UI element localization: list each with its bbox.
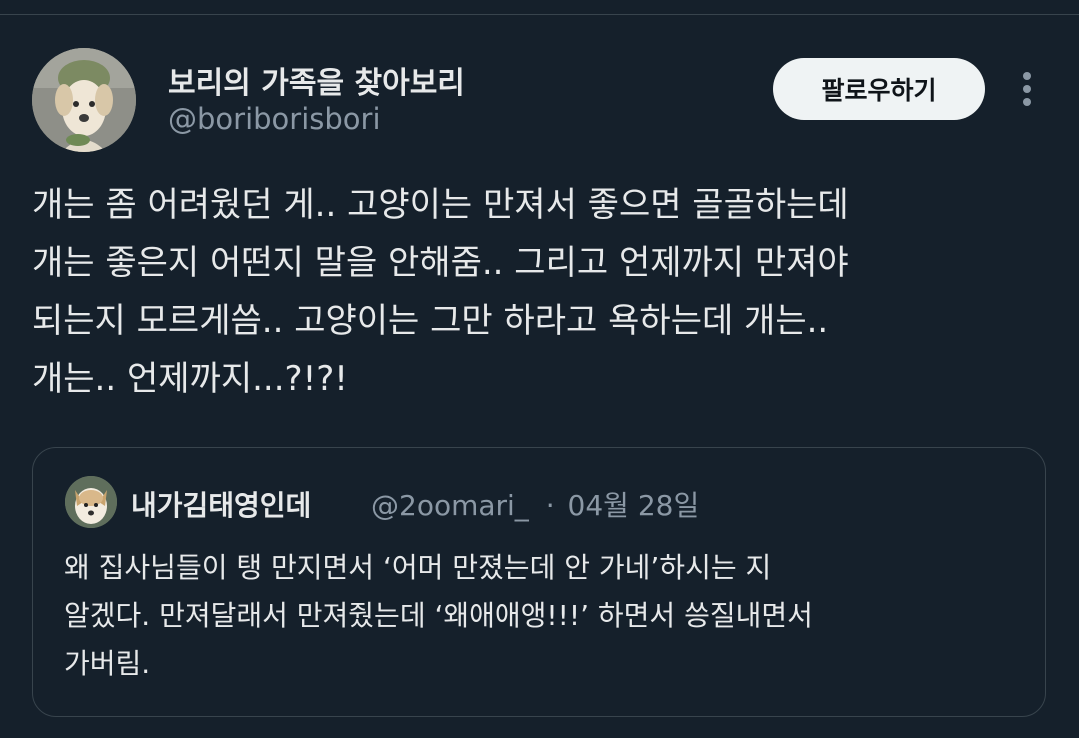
top-divider xyxy=(0,14,1079,15)
quoted-tweet-card[interactable]: 내가김태영인데 @2oomari_ · 04월 28일 왜 집사님들이 탱 만지… xyxy=(32,447,1046,717)
more-dots-icon xyxy=(1023,72,1031,106)
quoted-author-display-name[interactable]: 내가김태영인데 xyxy=(131,484,311,524)
quoted-date[interactable]: 04월 28일 xyxy=(568,489,700,522)
follow-button[interactable]: 팔로우하기 xyxy=(773,58,985,120)
meta-separator: · xyxy=(545,489,555,522)
quoted-meta: @2oomari_ · 04월 28일 xyxy=(371,484,699,524)
tweet-text-line: 개는 좀 어려웠던 게.. 고양이는 만져서 좋으면 골골하는데 xyxy=(32,185,849,225)
author-avatar[interactable] xyxy=(32,48,136,152)
tweet-text-line: 되는지 모르게씀.. 고양이는 그만 하라고 욕하는데 개는.. xyxy=(32,301,829,341)
author-handle[interactable]: @boriborisbori xyxy=(168,102,381,136)
quoted-text-line: 왜 집사님들이 탱 만지면서 ‘어머 만졌는데 안 가네’하시는 지 xyxy=(64,551,772,584)
dog-avatar-icon xyxy=(65,476,117,528)
quoted-text: 왜 집사님들이 탱 만지면서 ‘어머 만졌는데 안 가네’하시는 지 알겠다. … xyxy=(64,544,1014,688)
dog-avatar-icon xyxy=(32,48,136,152)
more-options-button[interactable] xyxy=(1012,70,1042,110)
quoted-author-avatar[interactable] xyxy=(65,476,117,528)
tweet-text-line: 개는.. 언제까지...?!?! xyxy=(32,359,348,399)
quoted-author-handle[interactable]: @2oomari_ xyxy=(371,489,529,522)
quoted-text-line: 알겠다. 만져달래서 만져줬는데 ‘왜애애앵!!!’ 하면서 씅질내면서 xyxy=(64,599,813,632)
tweet-text-line: 개는 좋은지 어떤지 말을 안해줌.. 그리고 언제까지 만져야 xyxy=(32,243,849,283)
tweet-text: 개는 좀 어려웠던 게.. 고양이는 만져서 좋으면 골골하는데 개는 좋은지 … xyxy=(32,176,1042,408)
author-display-name[interactable]: 보리의 가족을 찾아보리 xyxy=(168,58,465,102)
quoted-text-line: 가버림. xyxy=(64,647,151,680)
